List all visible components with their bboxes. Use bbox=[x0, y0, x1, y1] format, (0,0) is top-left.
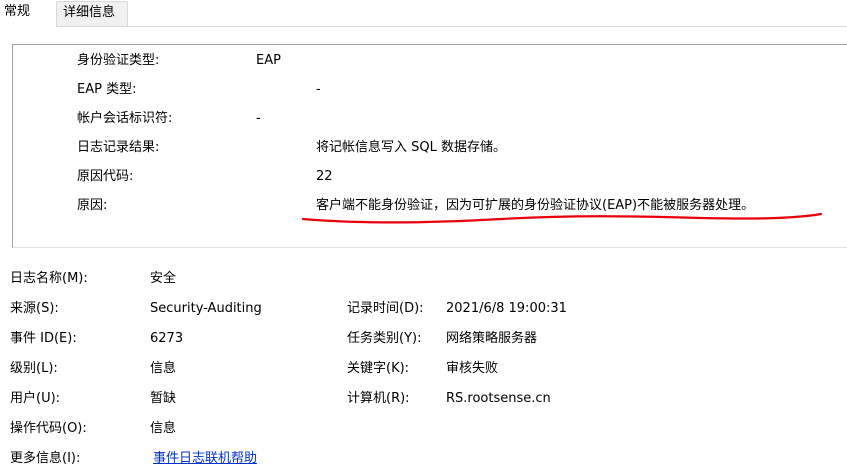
reason-code-label: 原因代码: bbox=[77, 169, 134, 184]
eap-type-value: - bbox=[316, 82, 321, 97]
computer-label: 计算机(R): bbox=[347, 391, 410, 406]
user-label: 用户(U): bbox=[10, 391, 61, 406]
level-value: 信息 bbox=[150, 361, 177, 376]
source-label: 来源(S): bbox=[10, 301, 59, 316]
logged-label: 记录时间(D): bbox=[347, 301, 424, 316]
keywords-label: 关键字(K): bbox=[347, 361, 410, 376]
log-name-label: 日志名称(M): bbox=[10, 271, 88, 286]
reason-code-value: 22 bbox=[316, 169, 333, 184]
tab-general[interactable]: 常规 bbox=[0, 0, 56, 26]
event-id-value: 6273 bbox=[150, 331, 184, 346]
red-annotation-underline bbox=[301, 212, 823, 224]
task-category-label: 任务类别(Y): bbox=[347, 331, 422, 346]
event-description-box[interactable]: 身份验证类型: EAP EAP 类型: - 帐户会话标识符: - 日志记录结果:… bbox=[12, 44, 847, 248]
session-id-value: - bbox=[256, 111, 261, 126]
log-name-value: 安全 bbox=[150, 271, 177, 286]
session-id-label: 帐户会话标识符: bbox=[77, 111, 173, 126]
eap-type-label: EAP 类型: bbox=[77, 82, 137, 97]
more-info-label: 更多信息(I): bbox=[10, 451, 81, 466]
opcode-label: 操作代码(O): bbox=[10, 421, 87, 436]
logging-result-value: 将记帐信息写入 SQL 数据存储。 bbox=[316, 140, 506, 155]
logged-value: 2021/6/8 19:00:31 bbox=[446, 301, 567, 316]
task-category-value: 网络策略服务器 bbox=[446, 331, 538, 346]
auth-type-label: 身份验证类型: bbox=[77, 53, 160, 68]
source-value: Security-Auditing bbox=[150, 301, 262, 316]
tab-strip: 常规 详细信息 bbox=[0, 0, 847, 27]
user-value: 暂缺 bbox=[150, 391, 177, 406]
logging-result-label: 日志记录结果: bbox=[77, 140, 160, 155]
event-log-online-help-link[interactable]: 事件日志联机帮助 bbox=[153, 449, 257, 469]
opcode-value: 信息 bbox=[150, 421, 177, 436]
tab-details[interactable]: 详细信息 bbox=[56, 1, 128, 26]
keywords-value: 审核失败 bbox=[446, 361, 499, 376]
computer-value: RS.rootsense.cn bbox=[446, 391, 551, 406]
level-label: 级别(L): bbox=[10, 361, 58, 376]
event-id-label: 事件 ID(E): bbox=[10, 331, 77, 346]
auth-type-value: EAP bbox=[256, 53, 281, 68]
tab-divider bbox=[56, 26, 847, 27]
reason-label: 原因: bbox=[77, 198, 108, 213]
